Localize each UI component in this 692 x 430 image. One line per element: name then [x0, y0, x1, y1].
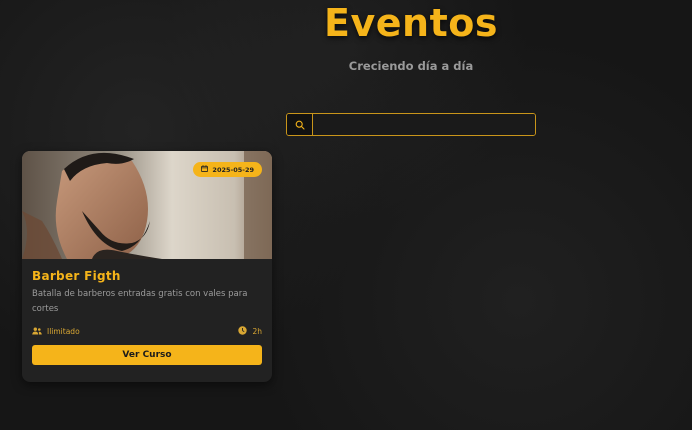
users-icon [32, 327, 42, 337]
capacity: Ilimitado [32, 327, 80, 337]
event-title: Barber Figth [32, 269, 121, 283]
event-date: 2025-05-29 [212, 165, 254, 174]
date-badge: 2025-05-29 [193, 162, 262, 177]
search-icon [295, 115, 305, 134]
duration-label: 2h [252, 327, 262, 336]
event-image: 2025-05-29 [22, 151, 272, 259]
event-meta: Ilimitado 2h [32, 326, 262, 337]
duration: 2h [238, 326, 262, 337]
event-description: Batalla de barberos entradas gratis con … [32, 289, 248, 314]
view-course-button[interactable]: Ver Curso [32, 345, 262, 365]
search-input[interactable] [313, 114, 535, 135]
capacity-label: Ilimitado [47, 327, 80, 336]
search-button[interactable] [287, 114, 313, 135]
search-bar [286, 113, 536, 136]
event-card: 2025-05-29 Barber Figth Batalla de barbe… [22, 151, 272, 382]
clock-icon [238, 326, 248, 337]
calendar-icon [201, 165, 209, 174]
page-subtitle: Creciendo día a día [348, 59, 474, 73]
page-title: Eventos [324, 1, 498, 45]
events-page: Eventos Creciendo día a día 2025-05-29 B… [0, 0, 692, 430]
